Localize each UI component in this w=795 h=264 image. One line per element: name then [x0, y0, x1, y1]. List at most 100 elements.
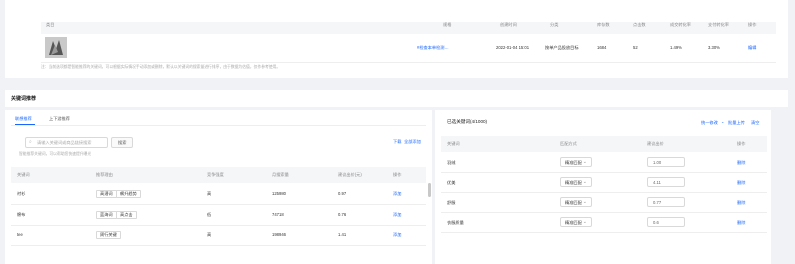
search-button[interactable]: 搜索	[111, 137, 133, 148]
match-select[interactable]: 精准匹配 ⌄	[560, 157, 592, 167]
match-select[interactable]: 精准匹配 ⌄	[560, 197, 592, 207]
match-select-value: 精准匹配	[565, 200, 582, 205]
bid-input[interactable]: 4.11	[647, 177, 685, 187]
chevron-down-icon[interactable]: ⌄	[721, 119, 725, 124]
add-all-link[interactable]: 全部添加	[404, 139, 421, 144]
header-stock: 库存数	[597, 22, 610, 27]
tab-divider	[11, 125, 426, 126]
reason-tag: 飙升趋势	[116, 190, 141, 198]
product-time: 2022-01-04 15:01	[496, 45, 530, 50]
bid-input-value: 0.77	[653, 200, 662, 205]
search-button-label: 搜索	[118, 140, 127, 145]
table-row-competition: 高	[207, 191, 212, 196]
tag-label: 高点击	[120, 211, 133, 217]
table-scrollbar[interactable]	[428, 183, 431, 197]
product-table-header	[41, 22, 776, 34]
hint-text: 智能推荐关键词，可以帮助您快速提升曝光	[19, 152, 92, 156]
search-icon: ⌕	[29, 139, 32, 145]
row-divider	[11, 225, 426, 226]
bid-input-value: 0.6	[653, 220, 659, 225]
product-card: 类目 规格 创建时间 分类 库存数 点击数 成交转化率 支付转化率 操作 #检查…	[5, 0, 788, 78]
reason-tag: 周行关键	[96, 231, 121, 239]
selected-panel: 已选关键词(4/1000) 统一修改 ⌄ 批量上传 清空 关键词 匹配方式 建议…	[435, 110, 771, 264]
chevron-down-icon: ⌄	[582, 179, 587, 185]
table-row-bid: 0.97	[338, 191, 347, 196]
product-thumbnail[interactable]	[45, 37, 67, 58]
header-conv2: 支付转化率	[708, 22, 729, 27]
selected-row-keyword: 衣服质量	[447, 220, 464, 225]
download-link[interactable]: 下载	[393, 139, 401, 144]
batch-upload-link[interactable]: 批量上传	[728, 120, 745, 125]
row-divider	[11, 245, 426, 246]
product-note: 注：当前选项都是智能推荐的关键词，可以根据实际情况手动添加或删除，默认以关键词的…	[41, 65, 281, 69]
product-conv1: 1.49%	[670, 45, 682, 50]
table-row-volume: 125980	[272, 191, 286, 196]
row-divider	[441, 192, 767, 193]
tag-label: 高潜词	[100, 190, 113, 196]
tab-associate[interactable]: 联想推荐	[15, 116, 32, 121]
reason-tag: 高潜词	[96, 190, 117, 198]
col-bid: 建议出价	[647, 141, 664, 146]
table-row-keyword: 衬衫	[17, 191, 26, 196]
match-select-value: 精准匹配	[565, 220, 582, 225]
reason-tag: 蓝海词	[96, 211, 117, 219]
table-row-competition: 低	[207, 212, 212, 217]
match-select[interactable]: 精准匹配 ⌄	[560, 177, 592, 187]
delete-link[interactable]: 删除	[737, 220, 745, 225]
chevron-down-icon: ⌄	[582, 199, 587, 205]
product-clicks: 52	[633, 45, 638, 50]
header-conv1: 成交转化率	[670, 22, 691, 27]
recommend-panel: 联想推荐 上下游推荐 ⌕ 请输入关键词或商品链接搜索 搜索 下载 全部添加 智能…	[5, 110, 432, 264]
tag-label: 飙升趋势	[120, 190, 137, 196]
chevron-down-icon: ⌄	[582, 219, 587, 225]
bid-input[interactable]: 0.6	[647, 217, 685, 227]
header-spec: 规格	[443, 22, 452, 27]
table-row-bid: 1.41	[338, 232, 347, 237]
col-bid[interactable]: 建议出价(元)	[338, 172, 362, 177]
col-action: 操作	[737, 141, 746, 146]
col-match: 匹配方式	[560, 141, 577, 146]
row-divider	[11, 204, 426, 205]
row-divider	[441, 172, 767, 173]
col-reason[interactable]: 推荐理由	[96, 172, 113, 177]
add-keyword-link[interactable]: 添加	[393, 191, 401, 196]
bid-input[interactable]: 0.77	[647, 197, 685, 207]
tab-updown[interactable]: 上下游推荐	[49, 116, 70, 121]
table-row-volume: 74718	[272, 212, 284, 217]
col-keyword: 关键词	[17, 172, 30, 177]
header-time: 创建时间	[500, 22, 517, 27]
delete-link[interactable]: 删除	[737, 200, 745, 205]
add-keyword-link[interactable]: 添加	[393, 232, 401, 237]
col-keyword: 关键词	[447, 141, 460, 146]
add-keyword-link[interactable]: 添加	[393, 212, 401, 217]
table-row-volume: 198946	[272, 232, 286, 237]
selected-row-keyword: 舒服	[447, 200, 456, 205]
bid-input[interactable]: 1.00	[647, 157, 685, 167]
table-row-keyword: 棉布	[17, 212, 26, 217]
delete-link[interactable]: 删除	[737, 180, 745, 185]
col-volume[interactable]: 月搜索量	[272, 172, 289, 177]
selected-row-keyword: 优美	[447, 180, 456, 185]
table-row-competition: 高	[207, 232, 212, 237]
header-category: 分类	[550, 22, 559, 27]
header-action: 操作	[748, 22, 757, 27]
product-link[interactable]: #检查本单检测…	[417, 45, 449, 50]
product-category: 按单产品投放目标	[545, 45, 579, 50]
product-conv2: 3.30%	[708, 45, 720, 50]
search-placeholder: 请输入关键词或商品链接搜索	[37, 140, 92, 145]
clear-link[interactable]: 清空	[751, 120, 759, 125]
tag-label: 周行关键	[100, 231, 117, 237]
bid-input-value: 4.11	[653, 180, 661, 185]
delete-link[interactable]: 删除	[737, 160, 745, 165]
bid-input-value: 1.00	[653, 160, 662, 165]
section-header: 关键词推荐	[5, 90, 788, 107]
col-competition[interactable]: 竞争强度	[207, 172, 224, 177]
batch-edit-link[interactable]: 统一修改	[701, 120, 718, 125]
table-row-keyword: tee	[17, 232, 23, 237]
match-select[interactable]: 精准匹配 ⌄	[560, 217, 592, 227]
reason-tag: 高点击	[116, 211, 137, 219]
selected-row-keyword: 羽绒	[447, 160, 456, 165]
search-input[interactable]: ⌕ 请输入关键词或商品链接搜索	[25, 137, 108, 148]
product-edit-link[interactable]: 编辑	[748, 45, 756, 50]
tag-label: 蓝海词	[100, 211, 113, 217]
